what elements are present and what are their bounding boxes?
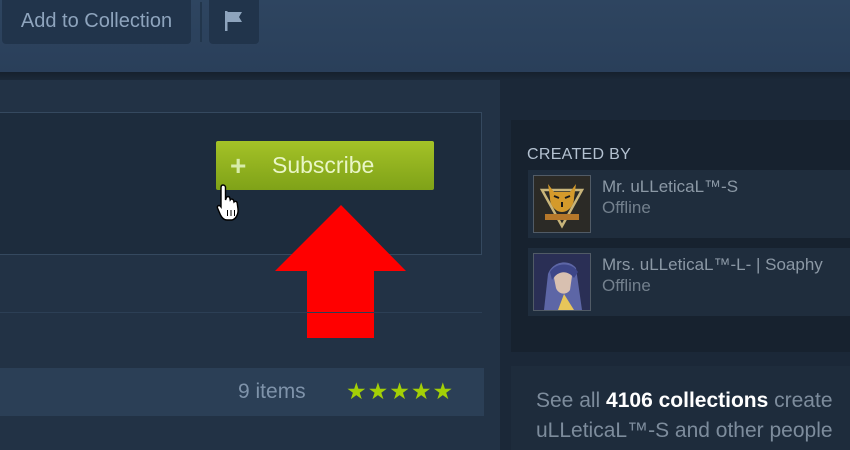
creator-row[interactable]: Mr. uLLeticaL™-S Offline <box>528 170 850 238</box>
flag-icon <box>225 11 242 31</box>
up-arrow-icon <box>275 205 406 338</box>
see-all-line2: uLLeticaL™-S and other people <box>536 419 833 442</box>
items-count: 9 items <box>238 380 306 403</box>
anime-character-avatar <box>534 254 590 310</box>
see-all-suffix: create <box>768 389 833 412</box>
toolbar-separator <box>200 2 202 42</box>
subscribe-label: Subscribe <box>272 152 375 178</box>
avatar[interactable] <box>533 253 591 311</box>
section-divider <box>0 312 482 313</box>
creator-status: Offline <box>602 276 651 295</box>
flag-button[interactable] <box>209 0 259 44</box>
creator-name[interactable]: Mrs. uLLeticaL™-L- | Soaphy <box>602 255 823 275</box>
hand-cursor-icon <box>216 184 239 221</box>
see-all-collections-text[interactable]: See all 4106 collections create uLLetica… <box>536 386 850 446</box>
creator-status: Offline <box>602 198 651 217</box>
add-to-collection-button[interactable]: Add to Collection <box>2 0 191 44</box>
see-all-prefix: See all <box>536 389 607 412</box>
creator-name[interactable]: Mr. uLLeticaL™-S <box>602 177 738 197</box>
subscribe-button[interactable]: + Subscribe <box>216 141 434 190</box>
tiger-emblem-avatar <box>534 176 590 232</box>
creator-row[interactable]: Mrs. uLLeticaL™-L- | Soaphy Offline <box>528 248 850 316</box>
toolbar-shadow <box>0 72 850 80</box>
rating-stars: ★★★★★ <box>346 378 455 404</box>
see-all-count-link[interactable]: 4106 collections <box>606 389 768 412</box>
avatar[interactable] <box>533 175 591 233</box>
created-by-heading: CREATED BY <box>527 146 632 163</box>
